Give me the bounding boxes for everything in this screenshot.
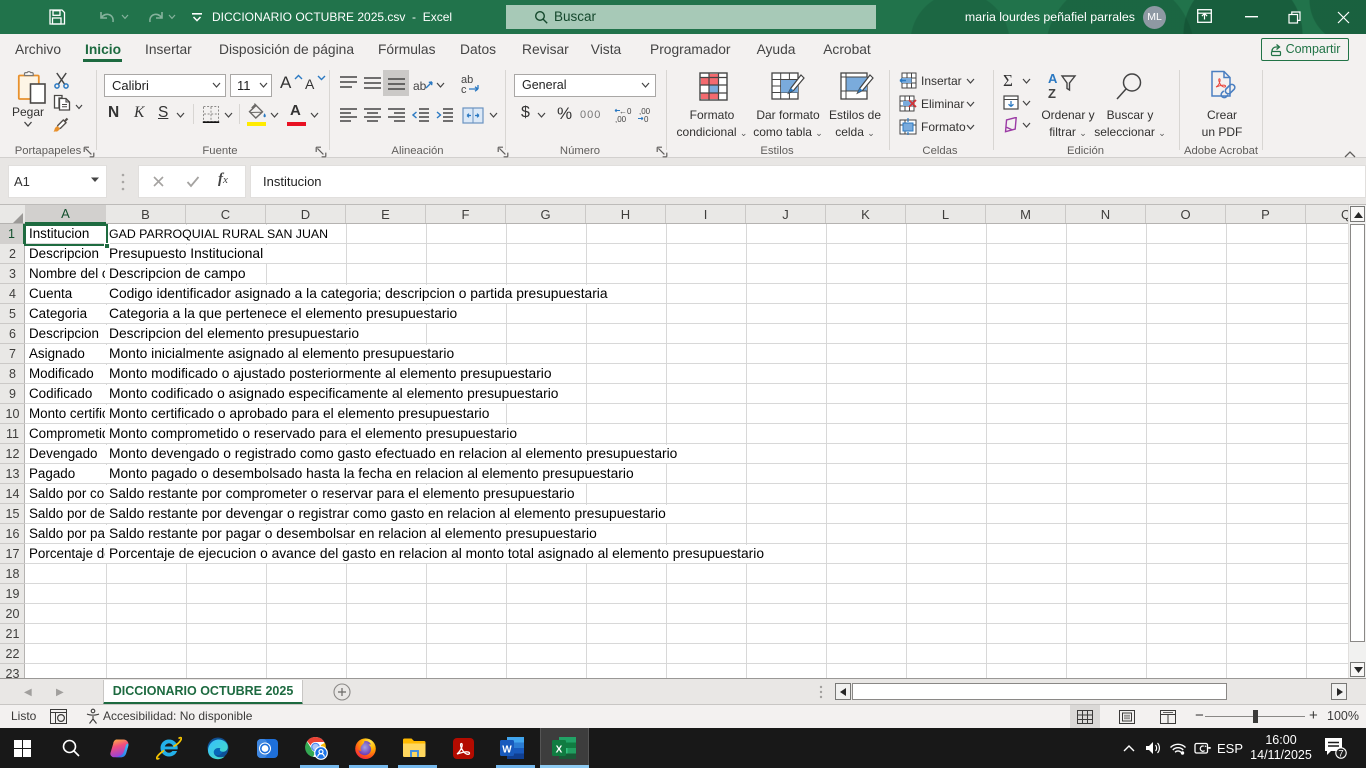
svg-text:ab: ab [413, 79, 427, 93]
svg-text:W: W [502, 745, 512, 756]
svg-text:0: 0 [644, 115, 649, 123]
svg-text:c: c [461, 84, 467, 94]
svg-text:7: 7 [1338, 749, 1343, 760]
svg-text:Z: Z [1048, 86, 1056, 100]
svg-text:A: A [1048, 72, 1058, 86]
svg-text:X: X [555, 745, 562, 756]
svg-text:,00: ,00 [615, 115, 627, 123]
